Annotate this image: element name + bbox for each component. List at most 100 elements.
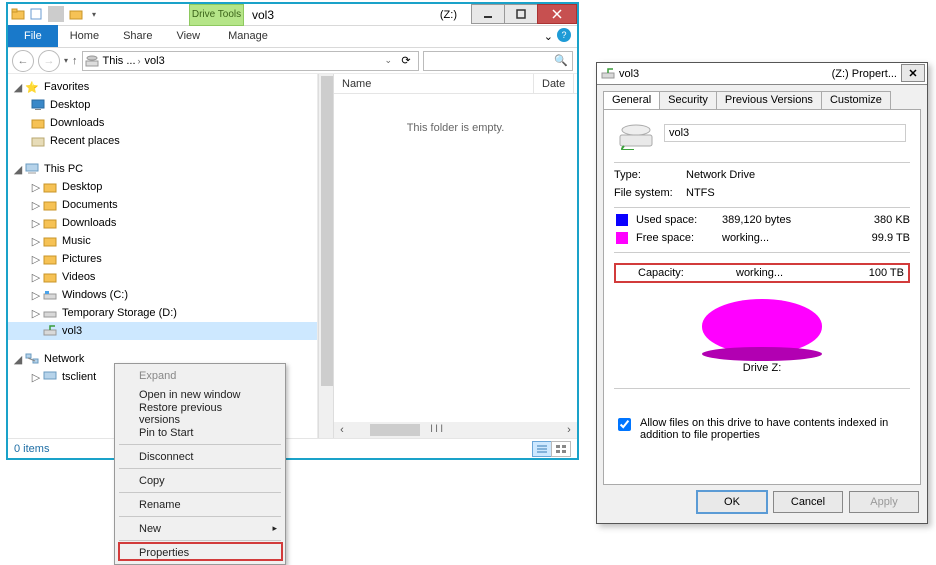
scroll-thumb[interactable]	[321, 76, 333, 386]
column-name[interactable]: Name	[334, 74, 534, 93]
horizontal-scrollbar[interactable]: ‹ III ›	[334, 422, 577, 438]
breadcrumb-box[interactable]: This ...› vol3 ⌄ ⟳	[82, 51, 419, 71]
separator-icon	[119, 492, 281, 493]
tab-home[interactable]: Home	[58, 25, 111, 47]
expand-icon[interactable]: ▷	[30, 181, 42, 194]
properties-quick-icon[interactable]	[28, 6, 44, 22]
tab-general[interactable]: General	[603, 91, 660, 109]
ctx-properties[interactable]: Properties	[117, 543, 283, 562]
expand-icon[interactable]: ▷	[30, 371, 42, 384]
ctx-new[interactable]: New▸	[117, 519, 283, 538]
tab-view[interactable]: View	[164, 25, 212, 47]
tab-share[interactable]: Share	[111, 25, 164, 47]
ctx-copy[interactable]: Copy	[117, 471, 283, 490]
tree-this-pc: ◢This PC ▷Desktop ▷Documents ▷Downloads …	[8, 160, 317, 340]
ctx-restore-previous[interactable]: Restore previous versions	[117, 404, 283, 423]
recent-icon	[30, 133, 46, 149]
tree-node-videos[interactable]: ▷Videos	[8, 268, 317, 286]
column-headers: Name Date	[334, 74, 577, 94]
details-view-button[interactable]	[532, 441, 552, 457]
breadcrumb-drop-icon[interactable]: ⌄	[384, 55, 392, 66]
tree-node-desktop[interactable]: Desktop	[8, 96, 317, 114]
ribbon-collapse-icon[interactable]: ⌄	[544, 30, 553, 43]
crumb-vol3[interactable]: vol3	[145, 55, 165, 67]
ok-button[interactable]: OK	[697, 491, 767, 513]
tree-node-recent[interactable]: Recent places	[8, 132, 317, 150]
h-scroll-thumb[interactable]	[370, 424, 420, 436]
type-label: Type:	[614, 169, 686, 181]
collapse-icon[interactable]: ◢	[12, 353, 24, 366]
tab-customize[interactable]: Customize	[821, 91, 891, 109]
collapse-icon[interactable]: ◢	[12, 81, 24, 94]
up-button[interactable]: ↑	[72, 55, 78, 67]
tab-security[interactable]: Security	[659, 91, 717, 109]
maximize-button[interactable]	[504, 4, 538, 24]
tree-node-desktop-pc[interactable]: ▷Desktop	[8, 178, 317, 196]
left-scroll-gutter[interactable]	[318, 74, 334, 438]
refresh-button[interactable]: ⟳	[396, 54, 416, 67]
back-button[interactable]: ←	[12, 50, 34, 72]
tree-node-favorites[interactable]: ◢⭐Favorites	[8, 78, 317, 96]
ctx-rename[interactable]: Rename	[117, 495, 283, 514]
close-button[interactable]	[537, 4, 577, 24]
column-date[interactable]: Date	[534, 74, 574, 93]
tree-node-windows-c[interactable]: ▷Windows (C:)	[8, 286, 317, 304]
tree-node-vol3-z[interactable]: vol3	[8, 322, 317, 340]
quick-access-toolbar: ▾	[10, 6, 102, 22]
tab-manage[interactable]: Manage	[216, 25, 280, 47]
new-folder-quick-icon[interactable]	[68, 6, 84, 22]
recent-locations-icon[interactable]: ▾	[64, 56, 68, 65]
close-button[interactable]: ✕	[901, 64, 925, 82]
expand-icon[interactable]: ▷	[30, 253, 42, 266]
drive-path-icon	[85, 54, 99, 68]
search-input[interactable]: 🔍	[423, 51, 573, 71]
minimize-button[interactable]	[471, 4, 505, 24]
folder-icon	[42, 197, 58, 213]
scroll-right-icon[interactable]: ›	[561, 424, 577, 436]
tab-file[interactable]: File	[8, 25, 58, 47]
apply-button[interactable]: Apply	[849, 491, 919, 513]
forward-button[interactable]: →	[38, 50, 60, 72]
tree-node-documents[interactable]: ▷Documents	[8, 196, 317, 214]
tree-node-downloads-fav[interactable]: Downloads	[8, 114, 317, 132]
expand-icon[interactable]: ▷	[30, 199, 42, 212]
capacity-row: Capacity: working... 100 TB	[614, 263, 910, 283]
used-space-row: Used space: 389,120 bytes 380 KB	[614, 214, 910, 226]
window-controls	[472, 4, 577, 24]
dropdown-quick-icon[interactable]: ▾	[86, 6, 102, 22]
tree-node-downloads[interactable]: ▷Downloads	[8, 214, 317, 232]
tree-node-music[interactable]: ▷Music	[8, 232, 317, 250]
tree-node-pictures[interactable]: ▷Pictures	[8, 250, 317, 268]
scroll-left-icon[interactable]: ‹	[334, 424, 350, 436]
volume-name-input[interactable]: vol3	[664, 124, 906, 142]
expand-icon[interactable]: ▷	[30, 307, 42, 320]
free-space-row: Free space: working... 99.9 TB	[614, 232, 910, 244]
separator-icon	[119, 468, 281, 469]
network-icon	[24, 351, 40, 367]
properties-titlebar[interactable]: vol3 (Z:) Propert... ✕	[597, 63, 927, 85]
props-title-vol: vol3	[619, 68, 639, 80]
collapse-icon[interactable]: ◢	[12, 163, 24, 176]
expand-icon[interactable]: ▷	[30, 235, 42, 248]
expand-icon[interactable]: ▷	[30, 217, 42, 230]
icons-view-button[interactable]	[551, 441, 571, 457]
submenu-arrow-icon: ▸	[272, 523, 277, 534]
tab-previous-versions[interactable]: Previous Versions	[716, 91, 822, 109]
cancel-button[interactable]: Cancel	[773, 491, 843, 513]
explorer-titlebar[interactable]: ▾ Drive Tools vol3 (Z:)	[8, 4, 577, 26]
expand-icon[interactable]: ▷	[30, 289, 42, 302]
folder-icon	[42, 233, 58, 249]
ctx-disconnect[interactable]: Disconnect	[117, 447, 283, 466]
title-drive-text: (Z:)	[440, 4, 457, 26]
indexing-checkbox[interactable]	[618, 418, 631, 431]
ctx-expand: Expand	[117, 366, 283, 385]
tree-node-temp-d[interactable]: ▷Temporary Storage (D:)	[8, 304, 317, 322]
crumb-this[interactable]: This ...›	[103, 55, 141, 67]
help-icon[interactable]: ?	[557, 28, 571, 42]
expand-icon[interactable]: ▷	[30, 271, 42, 284]
dialog-buttons: OK Cancel Apply	[597, 491, 927, 521]
drive-tools-context-tab[interactable]: Drive Tools	[189, 4, 244, 26]
tree-node-this-pc[interactable]: ◢This PC	[8, 160, 317, 178]
fs-value: NTFS	[686, 187, 715, 199]
ctx-pin-start[interactable]: Pin to Start	[117, 423, 283, 442]
